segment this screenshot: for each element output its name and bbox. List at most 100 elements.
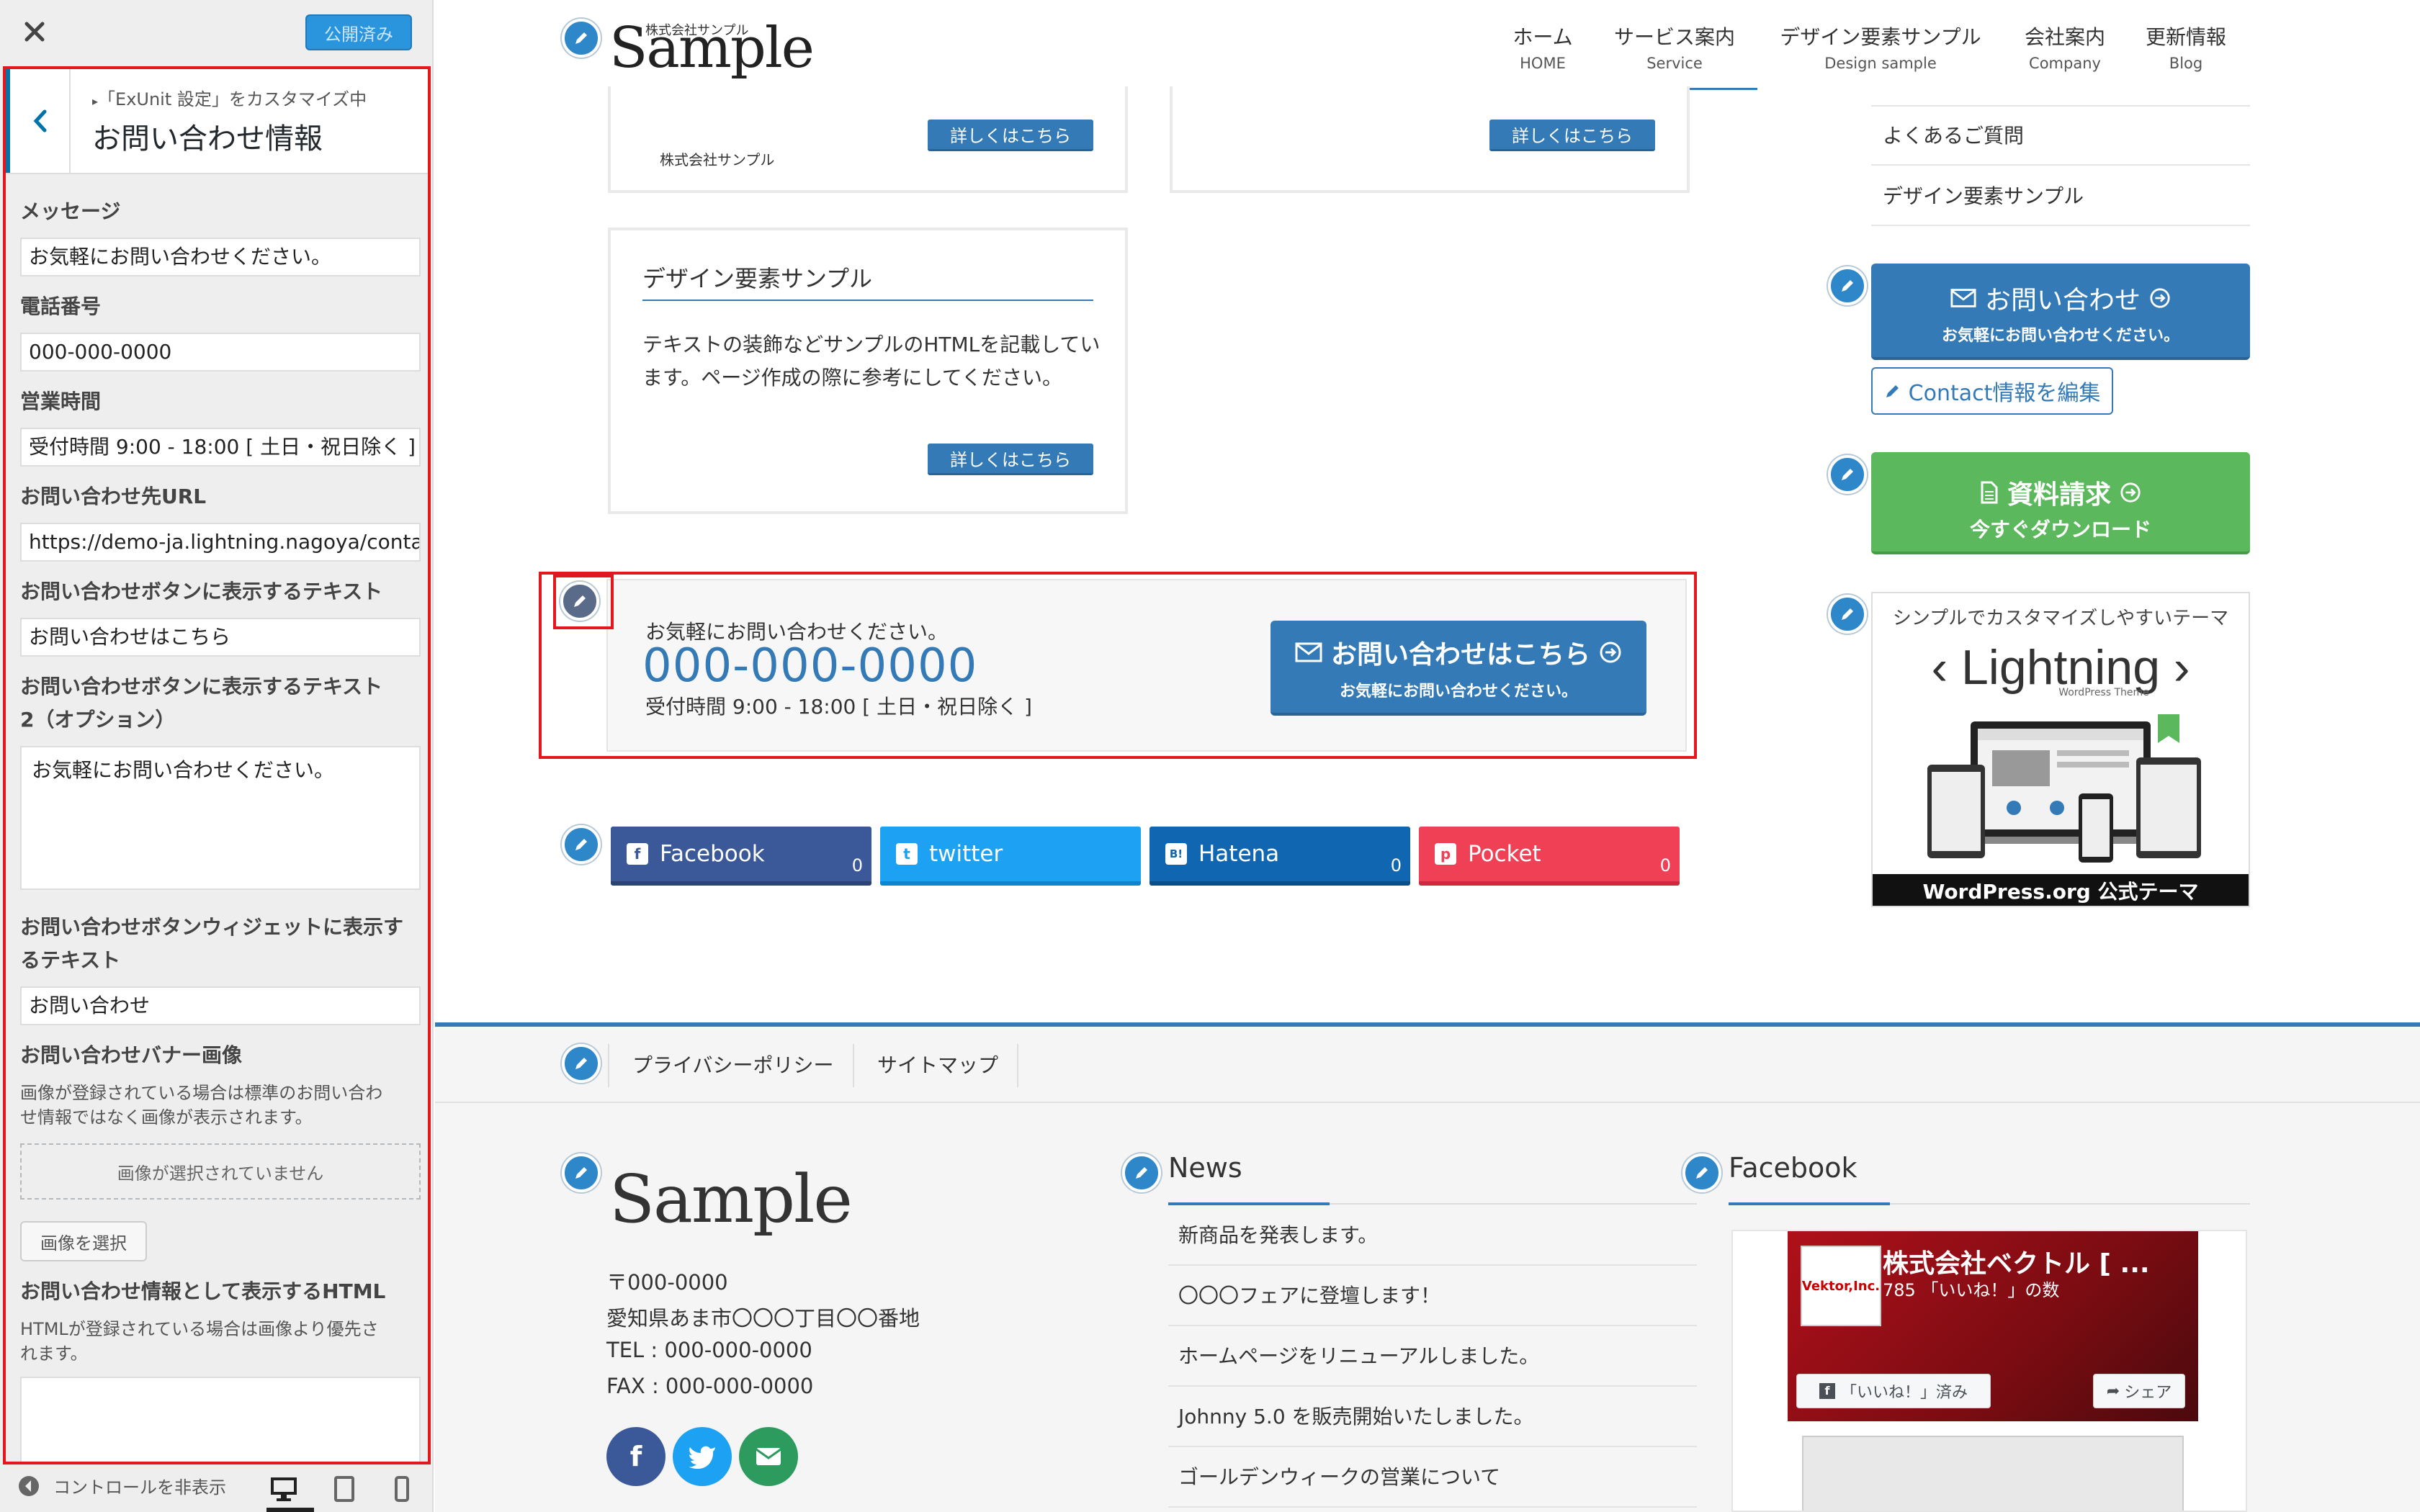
banner-desc-1: 画像が登録されている場合は標準のお問い合わ — [20, 1083, 383, 1103]
news-item[interactable]: 〇〇〇フェアに登壇します！ — [1168, 1266, 1697, 1326]
html-desc-2: れます。 — [20, 1344, 88, 1364]
edit-pencil-icon[interactable] — [562, 1153, 601, 1192]
nav-design-sample[interactable]: デザイン要素サンプル Design sample — [1776, 22, 1985, 73]
facebook-share-button[interactable]: ➦ シェア — [2093, 1374, 2185, 1408]
facebook-icon[interactable]: f — [606, 1427, 666, 1486]
panel-title: お問い合わせ情報 — [92, 122, 323, 156]
button-text-label: お問い合わせボタンに表示するテキスト — [20, 580, 383, 603]
customizer-top-bar: 公開済み — [0, 0, 432, 66]
footer-zip: 〒000-0000 — [606, 1270, 728, 1295]
twitter-icon: t — [896, 843, 918, 865]
document-icon — [1981, 481, 1998, 504]
footer-logo[interactable]: Sample — [609, 1161, 853, 1238]
edit-contact-info-button[interactable]: Contact情報を編集 — [1871, 367, 2113, 415]
facebook-page-widget: Vektor,Inc. 株式会社ベクトル [ ... 785 「いいね！」の数 … — [1731, 1230, 2247, 1512]
facebook-liked-button[interactable]: f 「いいね！」済み — [1796, 1374, 1991, 1408]
button-text-input[interactable]: お問い合わせはこちら — [20, 618, 421, 657]
footer-nav: プライバシーポリシー サイトマップ — [435, 1027, 2420, 1103]
edit-pencil-icon[interactable] — [562, 1044, 601, 1083]
twitter-icon[interactable] — [673, 1427, 732, 1486]
edit-pencil-icon[interactable] — [1828, 455, 1867, 494]
customizer-footer: コントロールを非表示 — [0, 1464, 432, 1512]
publish-button[interactable]: 公開済み — [305, 14, 412, 50]
nav-blog[interactable]: 更新情報 Blog — [2139, 22, 2233, 73]
message-input[interactable]: お気軽にお問い合わせください。 — [20, 238, 421, 276]
nav-company[interactable]: 会社案内 Company — [2018, 22, 2112, 73]
share-pocket-button[interactable]: p Pocket 0 — [1419, 827, 1680, 886]
widget-text-label-1: お問い合わせボタンウィジェットに表示す — [20, 915, 404, 939]
sidebar-document-request-button[interactable]: 資料請求 今すぐダウンロード — [1871, 452, 2250, 554]
news-item[interactable]: 新商品を発表します。 — [1168, 1205, 1697, 1266]
share-count: 0 — [851, 855, 863, 876]
banner-footer: WordPress.org 公式テーマ — [1873, 874, 2249, 906]
footer-facebook-heading: Facebook — [1729, 1152, 1857, 1184]
footer-nav-divider — [1017, 1044, 1018, 1087]
footer-link-sitemap[interactable]: サイトマップ — [853, 1044, 1021, 1087]
service-card-2: 詳しくはこちら — [1170, 86, 1690, 193]
arrow-circle-right-icon — [2150, 288, 2170, 308]
mobile-preview-icon[interactable] — [386, 1473, 418, 1505]
footer-fax: FAX : 000-000-0000 — [606, 1374, 814, 1398]
banner-desc-2: せ情報ではなく画像が表示されます。 — [20, 1107, 313, 1128]
hide-controls-button[interactable]: コントロールを非表示 — [17, 1473, 226, 1498]
desktop-preview-icon[interactable] — [268, 1473, 300, 1505]
no-image-placeholder: 画像が選択されていません — [20, 1143, 421, 1200]
tablet-preview-icon[interactable] — [328, 1473, 360, 1505]
lightning-theme-banner[interactable]: シンプルでカスタマイズしやすいテーマ ‹ Lightning › WordPre… — [1871, 592, 2250, 907]
hide-controls-label: コントロールを非表示 — [53, 1477, 226, 1498]
url-input[interactable]: https://demo-ja.lightning.nagoya/contac — [20, 523, 421, 562]
sidebar-link-faq[interactable]: よくあるご質問 — [1871, 107, 2250, 166]
widget-text-input[interactable]: お問い合わせ — [20, 986, 421, 1025]
sidebar-contact-button[interactable]: お問い合わせ お気軽にお問い合わせください。 — [1871, 264, 2250, 360]
news-item[interactable]: ホームページをリニューアルしました。 — [1168, 1326, 1697, 1387]
share-hatena-button[interactable]: B! Hatena 0 — [1150, 827, 1410, 886]
service-card-1: 詳しくはこちら — [608, 86, 1128, 193]
facebook-cover[interactable]: Vektor,Inc. 株式会社ベクトル [ ... 785 「いいね！」の数 … — [1788, 1231, 2198, 1421]
facebook-avatar: Vektor,Inc. — [1801, 1246, 1881, 1326]
more-button[interactable]: 詳しくはこちら — [928, 444, 1093, 475]
close-icon[interactable] — [17, 14, 52, 49]
hours-input[interactable]: 受付時間 9:00 - 18:00 [ 土日・祝日除く ] — [20, 428, 421, 467]
facebook-page-name[interactable]: 株式会社ベクトル [ ... — [1883, 1243, 2150, 1280]
html-textarea[interactable] — [20, 1377, 421, 1462]
html-label: お問い合わせ情報として表示するHTML — [20, 1279, 386, 1303]
envelope-icon — [1950, 289, 1976, 307]
news-item[interactable]: ゴールデンウィークの営業について — [1168, 1447, 1697, 1508]
share-arrow-icon: ➦ — [2106, 1382, 2120, 1400]
select-image-button[interactable]: 画像を選択 — [20, 1221, 147, 1261]
card-text: テキストの装飾などサンプルのHTMLを記載しています。ページ作成の際に参考にして… — [642, 333, 1101, 390]
share-count: 0 — [1659, 855, 1671, 876]
more-button[interactable]: 詳しくはこちら — [1489, 120, 1655, 151]
sidebar-link-design[interactable]: デザイン要素サンプル — [1871, 167, 2250, 226]
facebook-like-count: 785 「いいね！」の数 — [1883, 1280, 2060, 1300]
mail-icon[interactable] — [739, 1427, 798, 1486]
footer-address: 愛知県あま市〇〇〇丁目〇〇番地 — [606, 1306, 920, 1331]
nav-service[interactable]: サービス案内 Service — [1606, 22, 1743, 73]
edit-pencil-icon[interactable] — [562, 825, 601, 864]
hatena-icon: B! — [1165, 843, 1187, 865]
back-button[interactable] — [6, 69, 71, 173]
facebook-heading-accent — [1729, 1202, 1890, 1205]
edit-pencil-icon[interactable] — [1828, 595, 1867, 634]
panel-subtitle: 「ExUnit 設定」をカスタマイズ中 — [98, 89, 367, 109]
customizer-sidebar: 公開済み ▸「ExUnit 設定」をカスタマイズ中 お問い合わせ情報 メッセージ… — [0, 0, 434, 1512]
devices-illustration — [1927, 714, 2201, 863]
edit-pencil-icon[interactable] — [1682, 1153, 1721, 1192]
button-text2-textarea[interactable]: お気軽にお問い合わせください。 — [20, 746, 421, 890]
tel-input[interactable]: 000-000-0000 — [20, 333, 421, 372]
more-button[interactable]: 詳しくはこちら — [928, 120, 1093, 151]
edit-pencil-icon[interactable] — [562, 19, 601, 58]
edit-pencil-icon[interactable] — [1828, 266, 1867, 305]
nav-home[interactable]: ホーム HOME — [1507, 22, 1579, 73]
share-twitter-button[interactable]: t twitter — [880, 827, 1141, 886]
card-title: デザイン要素サンプル — [642, 265, 873, 292]
share-facebook-button[interactable]: f Facebook 0 — [611, 827, 871, 886]
facebook-post-thumbnail[interactable] — [1802, 1436, 2184, 1511]
edit-pencil-icon[interactable] — [1122, 1153, 1161, 1192]
footer-link-privacy[interactable]: プライバシーポリシー — [608, 1044, 856, 1087]
news-item[interactable]: Johnny 5.0 を販売開始いたしました。 — [1168, 1387, 1697, 1447]
hours-label: 営業時間 — [20, 390, 102, 413]
card-title-rule — [642, 300, 1093, 301]
site-logo[interactable]: Sample — [609, 16, 815, 81]
banner-tagline: シンプルでカスタマイズしやすいテーマ — [1892, 608, 2229, 629]
